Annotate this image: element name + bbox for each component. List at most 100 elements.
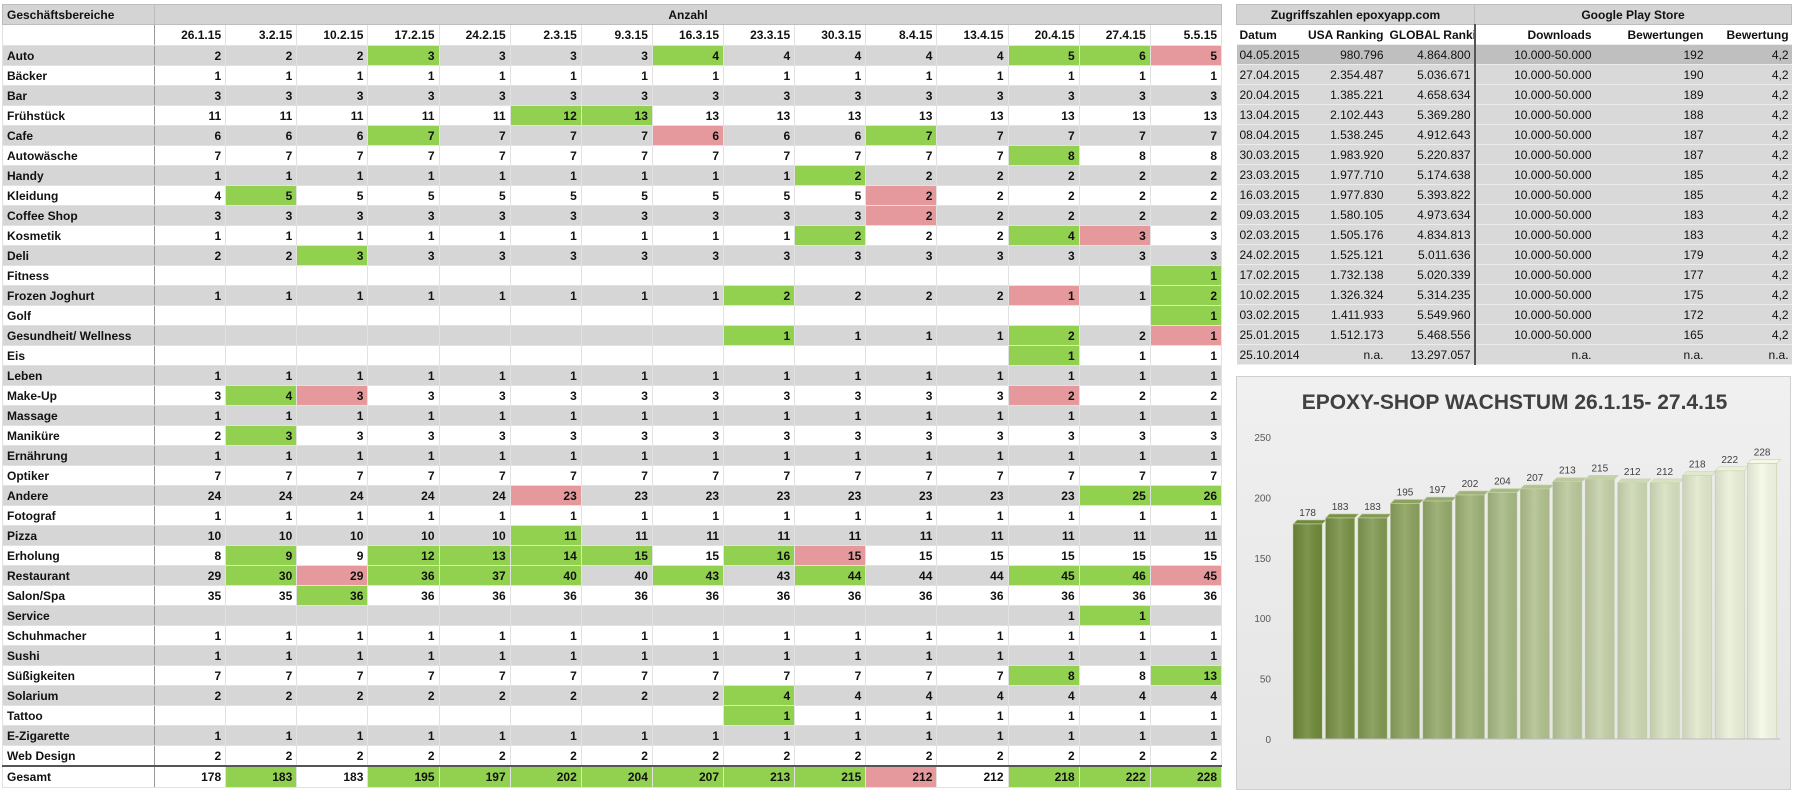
- value-cell: [1149, 605, 1223, 626]
- date-header: 5.5.15: [1149, 24, 1223, 46]
- value-cell: 7: [153, 465, 227, 486]
- value-cell: 2: [865, 165, 938, 186]
- value-cell: 3: [580, 45, 653, 66]
- row-label: Maniküre: [2, 425, 155, 446]
- value-cell: 1: [651, 165, 725, 186]
- value-cell: 4: [1078, 685, 1151, 706]
- stats-cell: 2.354.487: [1302, 64, 1387, 85]
- value-cell: 7: [794, 145, 867, 166]
- value-cell: 3: [1149, 425, 1223, 446]
- stats-cell: 4.864.800: [1386, 44, 1475, 65]
- row-label: Massage: [2, 405, 155, 426]
- value-cell: 11: [865, 525, 938, 546]
- value-cell: 6: [296, 125, 369, 146]
- table-row: Golf 1: [2, 305, 1223, 326]
- value-cell: 1: [651, 405, 725, 426]
- value-cell: 1: [1149, 325, 1223, 346]
- value-cell: 3: [1078, 85, 1151, 106]
- value-cell: 3: [580, 425, 653, 446]
- value-cell: 1: [722, 645, 796, 666]
- stats-cell: n.a.: [1302, 344, 1387, 365]
- value-cell: 3: [651, 245, 725, 266]
- bar-shade: [1487, 492, 1518, 739]
- value-cell: [509, 265, 582, 286]
- value-cell: 2: [1078, 205, 1151, 226]
- value-cell: [651, 605, 725, 626]
- stats-cell: 185: [1594, 164, 1707, 185]
- bar-shade: [1617, 482, 1647, 739]
- stats-cell: 10.000-50.000: [1473, 164, 1595, 185]
- stats-cell: n.a.: [1473, 344, 1595, 365]
- value-cell: [509, 305, 582, 326]
- value-cell: 1: [509, 505, 582, 526]
- value-cell: 2: [1007, 205, 1080, 226]
- bar-shade: [1293, 523, 1323, 739]
- value-cell: 1: [1007, 65, 1080, 86]
- table-row: Ernährung 1 1 1 1 1 1 1 1 1 1 1 1 1 1 1: [2, 445, 1223, 466]
- stats-cell: 25.10.2014: [1236, 344, 1303, 365]
- stats-cell: 16.03.2015: [1236, 184, 1303, 205]
- value-cell: 3: [651, 425, 725, 446]
- stats-cell: 4,2: [1706, 244, 1792, 265]
- value-cell: 1: [367, 445, 440, 466]
- table-row: Solarium 2 2 2 2 2 2 2 2 4 4 4 4 4 4 4: [2, 685, 1223, 706]
- row-label: Fotograf: [2, 505, 155, 526]
- value-cell: 1: [722, 725, 796, 746]
- value-cell: 13: [722, 105, 796, 126]
- row-label: Ernährung: [2, 445, 155, 466]
- value-cell: 1: [794, 405, 867, 426]
- header-label: Geschäftsbereiche: [2, 4, 155, 25]
- value-cell: 3: [936, 85, 1009, 106]
- value-cell: [651, 345, 725, 366]
- value-cell: [225, 345, 298, 366]
- value-cell: 1: [722, 325, 796, 346]
- row-label: Kosmetik: [2, 225, 155, 246]
- data-label: 215: [1591, 463, 1608, 474]
- value-cell: 5: [225, 185, 298, 206]
- row-label: Frozen Joghurt: [2, 285, 155, 306]
- date-header: 26.1.15: [153, 24, 227, 46]
- value-cell: 11: [1078, 525, 1151, 546]
- value-cell: [936, 345, 1009, 366]
- stats-cell: 17.02.2015: [1236, 264, 1303, 285]
- value-cell: 2: [936, 185, 1009, 206]
- value-cell: 1: [794, 65, 867, 86]
- value-cell: 8: [1078, 665, 1151, 686]
- value-cell: [651, 305, 725, 326]
- value-cell: 44: [936, 565, 1009, 586]
- value-cell: [153, 305, 227, 326]
- value-cell: 3: [509, 385, 582, 406]
- value-cell: 1: [865, 325, 938, 346]
- table-row: Kosmetik 1 1 1 1 1 1 1 1 1 2 2 2 4 3 3: [2, 225, 1223, 246]
- value-cell: 2: [438, 745, 511, 767]
- stats-cell: 10.000-50.000: [1473, 124, 1595, 145]
- stats-row: 03.02.2015 1.411.933 5.549.960 10.000-50.00…: [1236, 304, 1792, 325]
- value-cell: 6: [651, 125, 725, 146]
- value-cell: 3: [367, 205, 440, 226]
- value-cell: [794, 345, 867, 366]
- value-cell: 1: [296, 725, 369, 746]
- row-label: Tattoo: [2, 705, 155, 726]
- value-cell: 1: [865, 625, 938, 646]
- value-cell: 1: [296, 165, 369, 186]
- value-cell: 1: [367, 365, 440, 386]
- value-cell: 7: [438, 665, 511, 686]
- value-cell: 3: [367, 245, 440, 266]
- value-cell: 1: [225, 625, 298, 646]
- value-cell: 1: [153, 285, 227, 306]
- bar-shade: [1357, 517, 1388, 739]
- row-label: Optiker: [2, 465, 155, 486]
- stats-cell: 1.385.221: [1302, 84, 1387, 105]
- value-cell: 1: [225, 365, 298, 386]
- value-cell: 1: [936, 365, 1009, 386]
- value-cell: 3: [1078, 245, 1151, 266]
- date-header: 10.2.15: [296, 24, 369, 46]
- row-label: Make-Up: [2, 385, 155, 406]
- value-cell: 3: [153, 85, 227, 106]
- chart-title: EPOXY-SHOP WACHSTUM 26.1.15- 27.4.15: [1301, 391, 1728, 414]
- bar-top: [1681, 471, 1717, 476]
- row-label: Autowäsche: [2, 145, 155, 166]
- value-cell: 11: [936, 525, 1009, 546]
- table-row: Süßigkeiten 7 7 7 7 7 7 7 7 7 7 7 7 8 8 13: [2, 665, 1223, 686]
- value-cell: 1: [722, 705, 796, 726]
